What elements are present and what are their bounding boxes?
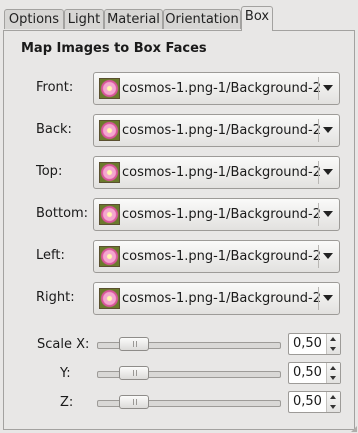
left-label: Left:	[36, 248, 65, 263]
chevron-down-icon	[323, 253, 333, 259]
tab-label: Box	[244, 9, 270, 24]
top-image-value: cosmos-1.png-1/Background-2	[122, 165, 321, 180]
combo-separator	[318, 161, 319, 184]
top-image-select[interactable]: cosmos-1.png-1/Background-2	[93, 156, 340, 189]
bottom-image-select[interactable]: cosmos-1.png-1/Background-2	[93, 198, 340, 231]
image-thumbnail-icon	[99, 78, 120, 99]
front-image-value: cosmos-1.png-1/Background-2	[122, 81, 321, 96]
tab-light[interactable]: Light	[64, 9, 104, 29]
back-image-value: cosmos-1.png-1/Background-2	[122, 123, 321, 138]
chevron-down-icon	[323, 169, 333, 175]
spin-down-icon[interactable]	[330, 376, 336, 380]
tab-orientation[interactable]: Orientation	[163, 9, 241, 29]
scale-y-label: Y:	[60, 366, 71, 381]
combo-separator	[318, 203, 319, 226]
image-thumbnail-icon	[99, 204, 120, 225]
scale-z-value: 0,50	[293, 394, 322, 409]
spin-up-icon[interactable]	[330, 337, 336, 341]
left-image-select[interactable]: cosmos-1.png-1/Background-2	[93, 240, 340, 273]
back-image-select[interactable]: cosmos-1.png-1/Background-2	[93, 114, 340, 147]
bottom-label: Bottom:	[36, 206, 89, 221]
combo-separator	[318, 287, 319, 310]
scale-z-spinbox[interactable]: 0,50	[288, 391, 341, 413]
spin-down-icon[interactable]	[330, 347, 336, 351]
spin-buttons	[326, 363, 340, 383]
tab-material[interactable]: Material	[104, 9, 163, 29]
back-label: Back:	[36, 122, 72, 137]
tab-label: Orientation	[165, 12, 239, 27]
spin-up-icon[interactable]	[330, 366, 336, 370]
image-thumbnail-icon	[99, 246, 120, 267]
spin-buttons	[326, 334, 340, 354]
image-thumbnail-icon	[99, 162, 120, 183]
scale-x-slider[interactable]	[97, 337, 281, 351]
scale-y-value: 0,50	[293, 365, 322, 380]
right-label: Right:	[36, 290, 75, 305]
scale-x-label: Scale X:	[37, 337, 90, 352]
tab-label: Options	[8, 12, 60, 27]
chevron-down-icon	[323, 127, 333, 133]
tab-box[interactable]: Box	[241, 6, 273, 31]
front-label: Front:	[36, 80, 74, 95]
spin-up-icon[interactable]	[330, 395, 336, 399]
combo-separator	[318, 119, 319, 142]
section-heading: Map Images to Box Faces	[21, 41, 207, 56]
combo-separator	[318, 245, 319, 268]
scale-y-slider[interactable]	[97, 366, 281, 380]
tab-label: Light	[67, 12, 101, 27]
tab-options[interactable]: Options	[4, 9, 64, 29]
chevron-down-icon	[323, 211, 333, 217]
scale-y-spinbox[interactable]: 0,50	[288, 362, 341, 384]
chevron-down-icon	[323, 295, 333, 301]
combo-separator	[318, 77, 319, 100]
left-image-value: cosmos-1.png-1/Background-2	[122, 249, 321, 264]
resize-grip[interactable]	[351, 426, 357, 432]
right-image-select[interactable]: cosmos-1.png-1/Background-2	[93, 282, 340, 315]
spin-down-icon[interactable]	[330, 405, 336, 409]
scale-z-slider[interactable]	[97, 395, 281, 409]
scale-x-spinbox[interactable]: 0,50	[288, 333, 341, 355]
scale-z-label: Z:	[60, 395, 74, 410]
top-label: Top:	[36, 164, 63, 179]
image-thumbnail-icon	[99, 120, 120, 141]
box-tab-panel: Map Images to Box Faces Front: cosmos-1.…	[3, 30, 355, 430]
tab-label: Material	[107, 12, 160, 27]
slider-handle[interactable]	[119, 337, 149, 351]
spin-buttons	[326, 392, 340, 412]
bottom-image-value: cosmos-1.png-1/Background-2	[122, 207, 321, 222]
right-image-value: cosmos-1.png-1/Background-2	[122, 291, 321, 306]
front-image-select[interactable]: cosmos-1.png-1/Background-2	[93, 72, 340, 105]
slider-handle[interactable]	[119, 395, 149, 409]
scale-x-value: 0,50	[293, 336, 322, 351]
chevron-down-icon	[323, 85, 333, 91]
slider-handle[interactable]	[119, 366, 149, 380]
image-thumbnail-icon	[99, 288, 120, 309]
